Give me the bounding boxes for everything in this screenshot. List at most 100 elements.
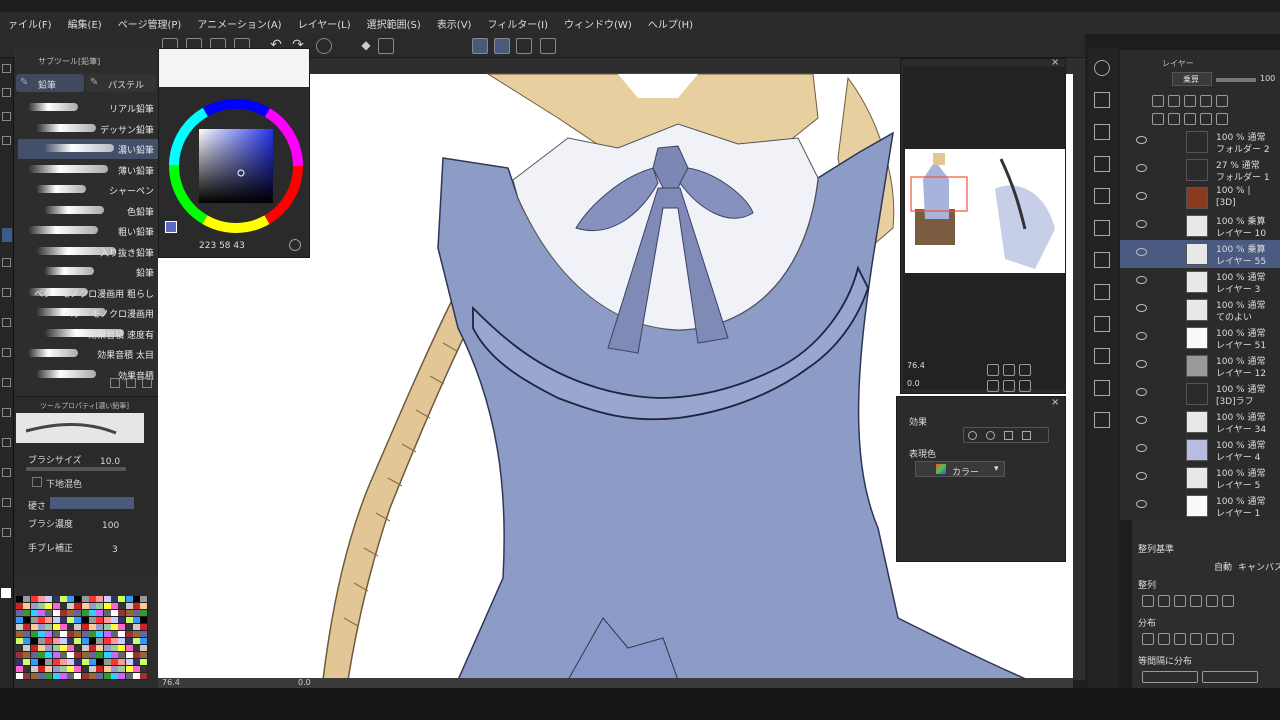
brush-item[interactable]: デッサン鉛筆 [18, 119, 158, 139]
palette-swatch[interactable] [37, 610, 45, 616]
palette-swatch[interactable] [110, 666, 118, 672]
brush-item[interactable]: 色鉛筆 [18, 201, 158, 221]
brush-item[interactable]: リアル鉛筆 [18, 98, 158, 118]
transform-icon[interactable] [378, 38, 394, 54]
palette-swatch[interactable] [140, 652, 148, 658]
tab-pencil[interactable]: ✎ 鉛筆 [16, 74, 84, 92]
palette-swatch[interactable] [74, 624, 82, 630]
palette-swatch[interactable] [52, 638, 60, 644]
brush-tool-icon[interactable] [2, 258, 11, 267]
palette-swatch[interactable] [103, 603, 111, 609]
palette-swatch[interactable] [81, 645, 89, 651]
animation-icon[interactable] [1094, 252, 1110, 268]
palette-swatch[interactable] [89, 666, 96, 672]
palette-swatch[interactable] [132, 603, 140, 609]
palette-swatch[interactable] [59, 596, 67, 602]
menu-item[interactable]: 編集(E) [60, 16, 110, 31]
palette-swatch[interactable] [132, 652, 140, 658]
underlay-checkbox[interactable] [32, 477, 42, 487]
palette-swatch[interactable] [45, 645, 53, 651]
palette-swatch[interactable] [140, 631, 148, 637]
palette-swatch[interactable] [59, 659, 67, 665]
palette-swatch[interactable] [45, 652, 53, 658]
palette-swatch[interactable] [110, 638, 118, 644]
palette-swatch[interactable] [96, 666, 104, 672]
palette-swatch[interactable] [74, 659, 82, 665]
palette-swatch[interactable] [30, 631, 38, 637]
palette-swatch[interactable] [59, 610, 67, 616]
palette-swatch[interactable] [96, 631, 104, 637]
brush-item[interactable]: ベタ・モノクロ漫画用 [18, 303, 158, 323]
palette-swatch[interactable] [16, 603, 23, 609]
palette-swatch[interactable] [103, 638, 111, 644]
menu-item[interactable]: ページ管理(P) [110, 16, 190, 31]
palette-swatch[interactable] [125, 596, 133, 602]
palette-swatch[interactable] [67, 645, 75, 651]
snap-ruler-icon[interactable] [472, 38, 488, 54]
eye-icon[interactable] [1136, 360, 1147, 368]
reference-icon[interactable] [1168, 95, 1180, 107]
palette-swatch[interactable] [30, 666, 38, 672]
palette-swatch[interactable] [74, 610, 82, 616]
lock-alpha-icon[interactable] [1200, 95, 1212, 107]
palette-swatch[interactable] [132, 631, 140, 637]
palette-swatch[interactable] [52, 596, 60, 602]
eye-icon[interactable] [1136, 220, 1147, 228]
align-right-icon[interactable] [1174, 595, 1186, 607]
merge-icon[interactable] [1200, 113, 1212, 125]
palette-swatch[interactable] [67, 596, 75, 602]
palette-swatch[interactable] [81, 666, 89, 672]
color-wheel[interactable] [165, 95, 307, 237]
palette-swatch[interactable] [37, 673, 45, 679]
palette-swatch[interactable] [118, 638, 126, 644]
brush-item[interactable]: シャーペン [18, 180, 158, 200]
palette-swatch[interactable] [132, 659, 140, 665]
palette-swatch[interactable] [67, 617, 75, 623]
palette-swatch[interactable] [23, 666, 31, 672]
palette-swatch[interactable] [74, 603, 82, 609]
align-canvas-label[interactable]: キャンバス [1238, 560, 1280, 573]
layer-row[interactable]: 100 % 通常 レイヤー 12 [1120, 352, 1280, 380]
palette-swatch[interactable] [89, 617, 96, 623]
palette-swatch[interactable] [16, 652, 23, 658]
palette-swatch[interactable] [118, 596, 126, 602]
palette-swatch[interactable] [118, 631, 126, 637]
palette-swatch[interactable] [118, 666, 126, 672]
palette-swatch[interactable] [67, 603, 75, 609]
palette-swatch[interactable] [37, 659, 45, 665]
palette-swatch[interactable] [132, 617, 140, 623]
palette-swatch[interactable] [67, 610, 75, 616]
palette-swatch[interactable] [16, 666, 23, 672]
palette-swatch[interactable] [103, 652, 111, 658]
brush-size-value[interactable]: 10.0 [100, 457, 120, 467]
palette-swatch[interactable] [30, 652, 38, 658]
palette-swatch[interactable] [52, 617, 60, 623]
palette-swatch[interactable] [96, 596, 104, 602]
palette-swatch[interactable] [45, 617, 53, 623]
new-raster-layer-icon[interactable] [1152, 113, 1164, 125]
extract-line-icon[interactable] [986, 431, 995, 440]
fit-icon[interactable] [1019, 364, 1031, 376]
palette-swatch[interactable] [81, 631, 89, 637]
palette-swatch[interactable] [110, 617, 118, 623]
palette-swatch[interactable] [140, 666, 148, 672]
palette-swatch[interactable] [45, 673, 53, 679]
palette-swatch[interactable] [110, 645, 118, 651]
palette-swatch[interactable] [140, 638, 148, 644]
palette-swatch[interactable] [103, 617, 111, 623]
main-color-swatch[interactable] [1, 588, 11, 598]
eye-icon[interactable] [1136, 416, 1147, 424]
brush-item[interactable]: 濃い鉛筆 [18, 139, 158, 159]
expression-color-select[interactable]: カラー ▾ [915, 461, 1005, 478]
palette-swatch[interactable] [52, 666, 60, 672]
palette-swatch[interactable] [74, 631, 82, 637]
eye-icon[interactable] [1136, 304, 1147, 312]
close-icon[interactable]: × [1051, 397, 1059, 408]
palette-swatch[interactable] [16, 624, 23, 630]
palette-swatch[interactable] [37, 624, 45, 630]
status-rotation-value[interactable]: 0.0 [298, 678, 311, 687]
palette-swatch[interactable] [67, 659, 75, 665]
eraser-tool-icon[interactable] [2, 318, 11, 327]
brush-item[interactable]: 薄い鉛筆 [18, 160, 158, 180]
palette-swatch[interactable] [23, 624, 31, 630]
